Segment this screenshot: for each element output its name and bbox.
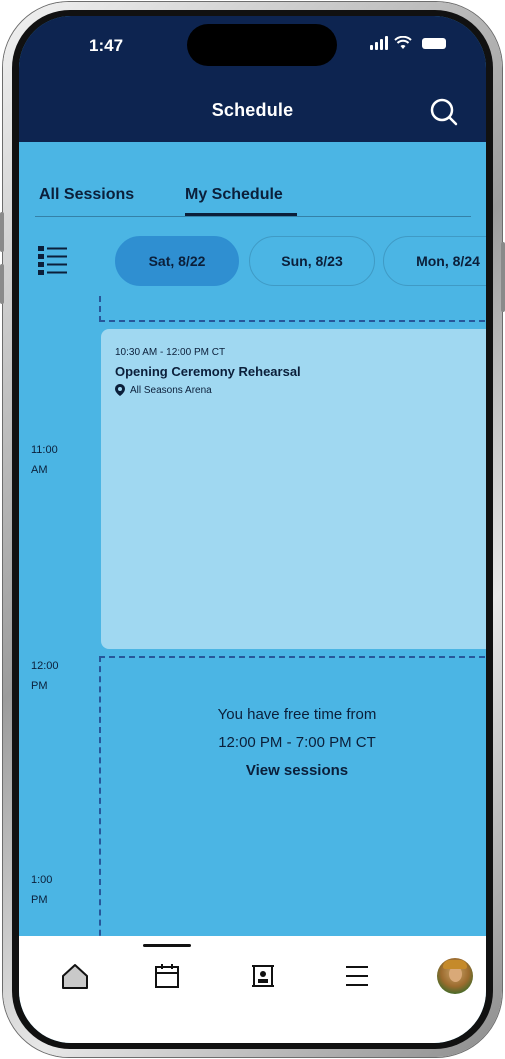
event-location: All Seasons Arena <box>115 384 212 396</box>
calendar-glyph <box>155 964 179 988</box>
menu-glyph <box>346 966 368 986</box>
menu-icon[interactable] <box>337 956 377 996</box>
free-slot-above <box>99 296 486 322</box>
search-icon[interactable] <box>428 96 460 128</box>
home-glyph <box>62 964 88 989</box>
tabs-divider <box>35 216 471 217</box>
volume-down-button <box>0 264 4 304</box>
phone-bezel: 1:47 Schedule All Sessions My Schedule S… <box>12 10 493 1049</box>
status-time: 1:47 <box>89 36 124 55</box>
home-icon[interactable] <box>55 956 95 996</box>
free-time-message: You have free time from <box>217 706 377 723</box>
time-label-period: PM <box>31 680 48 692</box>
event-time: 10:30 AM - 12:00 PM CT <box>115 347 226 358</box>
dynamic-island <box>187 24 337 66</box>
time-label-12pm: 12:00 PM <box>31 656 59 696</box>
active-nav-indicator <box>143 944 191 947</box>
battery-icon <box>422 38 446 49</box>
volume-up-button <box>0 212 4 252</box>
date-pill-sat[interactable]: Sat, 8/22 <box>115 236 239 286</box>
date-pill-mon[interactable]: Mon, 8/24 <box>383 236 486 286</box>
signal-icon <box>370 36 388 50</box>
phone-frame: 1:47 Schedule All Sessions My Schedule S… <box>0 2 505 1057</box>
time-label-period: PM <box>31 894 48 906</box>
time-label-hour: 11:00 <box>31 444 58 456</box>
event-location-label: All Seasons Arena <box>130 384 212 396</box>
list-view-icon[interactable] <box>37 244 69 278</box>
tab-my-schedule[interactable]: My Schedule <box>185 186 283 204</box>
badge-icon[interactable] <box>243 956 283 996</box>
time-label-1pm: 1:00 PM <box>31 870 52 910</box>
avatar <box>437 958 473 994</box>
calendar-icon[interactable] <box>147 956 187 996</box>
status-icons <box>370 36 446 50</box>
badge-glyph <box>252 965 274 987</box>
schedule-tabs: All Sessions My Schedule <box>19 142 486 217</box>
bottom-nav <box>19 936 486 1043</box>
profile-avatar[interactable] <box>435 956 475 996</box>
free-time-range: 12:00 PM - 7:00 PM CT <box>218 734 376 751</box>
app-header: 1:47 Schedule <box>19 16 486 142</box>
view-sessions-link[interactable]: View sessions <box>101 762 486 779</box>
active-tab-indicator <box>185 213 297 216</box>
date-pill-sun[interactable]: Sun, 8/23 <box>249 236 375 286</box>
time-label-period: AM <box>31 464 48 476</box>
time-label-hour: 12:00 <box>31 660 59 672</box>
event-card[interactable]: 10:30 AM - 12:00 PM CT Opening Ceremony … <box>101 329 486 649</box>
wifi-icon <box>394 36 412 49</box>
tab-all-sessions[interactable]: All Sessions <box>39 186 134 204</box>
time-label-11am: 11:00 AM <box>31 440 58 480</box>
map-pin-icon <box>115 384 125 396</box>
page-title: Schedule <box>211 100 294 120</box>
time-label-hour: 1:00 <box>31 874 53 886</box>
free-time-block: You have free time from 12:00 PM - 7:00 … <box>99 656 486 956</box>
app-screen: 1:47 Schedule All Sessions My Schedule S… <box>19 16 486 1043</box>
event-title: Opening Ceremony Rehearsal <box>115 364 301 379</box>
power-button <box>501 242 505 312</box>
